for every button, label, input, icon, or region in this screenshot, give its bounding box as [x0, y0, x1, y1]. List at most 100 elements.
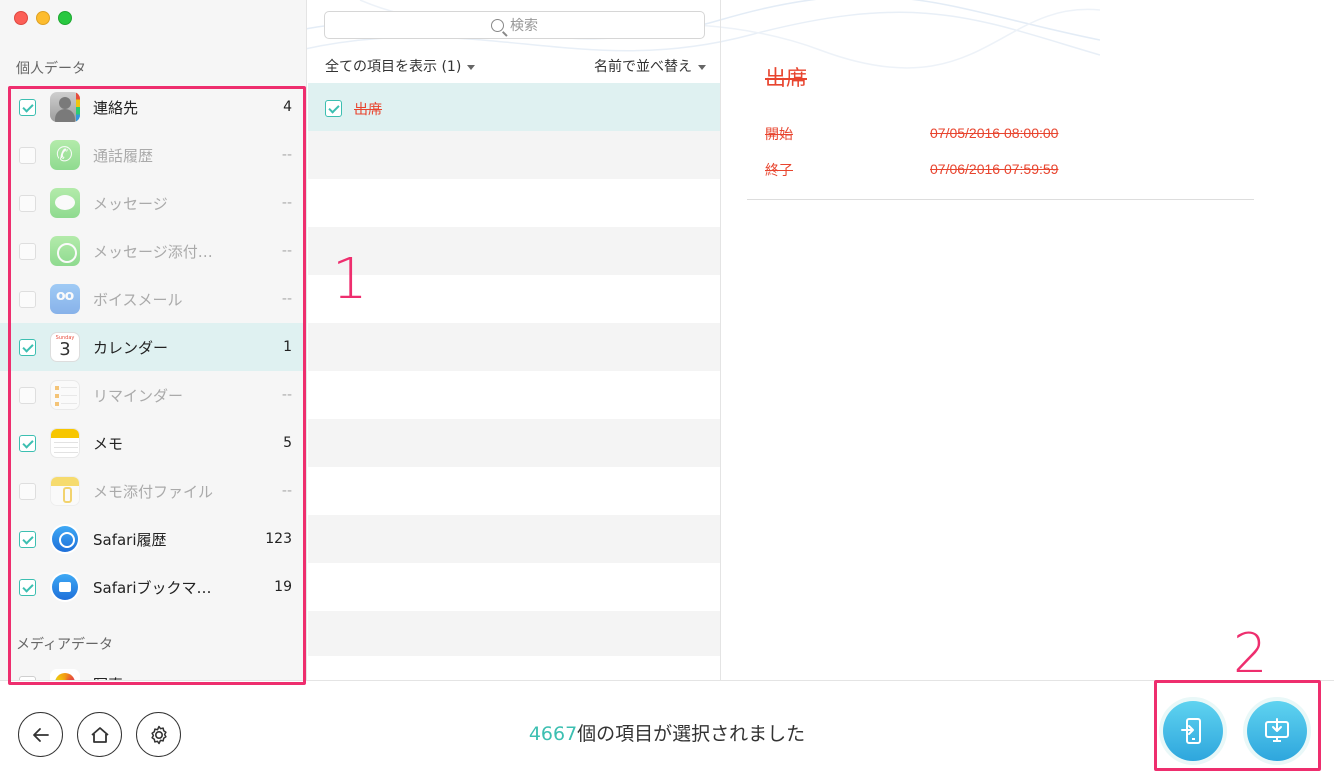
list-row-empty	[308, 611, 720, 656]
list-item[interactable]: 出席	[308, 83, 720, 131]
checkbox[interactable]	[19, 98, 36, 116]
detail-pane: 出席 開始 07/05/2016 08:00:00 終了 07/06/2016 …	[722, 0, 1334, 680]
checkbox[interactable]	[19, 146, 36, 164]
to-device-icon	[1181, 718, 1201, 744]
search-placeholder: 検索	[510, 18, 538, 34]
selected-count: 4667	[528, 723, 578, 745]
category-list: 連絡先 4 通話履歴 -- メッセージ -- メッセージ添付… --	[0, 83, 306, 611]
list-row-empty	[308, 419, 720, 467]
sidebar-item-label: メモ	[93, 434, 124, 453]
section-label-media: メディアデータ	[16, 637, 114, 653]
checkbox[interactable]	[19, 290, 36, 308]
item-count: --	[281, 147, 292, 163]
sidebar-item-label: メッセージ添付…	[93, 242, 213, 261]
item-count: --	[281, 243, 292, 259]
annotation-number-1: 1	[332, 247, 368, 312]
search-icon	[491, 18, 504, 32]
checkbox[interactable]	[19, 242, 36, 260]
section-label-personal: 個人データ	[16, 61, 86, 77]
voicemail-icon	[50, 284, 80, 314]
contacts-icon	[50, 92, 80, 122]
checkbox[interactable]	[19, 194, 36, 212]
message-attachment-icon	[50, 236, 80, 266]
sidebar-item-safari-bookmarks[interactable]: Safariブックマ… 19	[0, 563, 306, 611]
divider	[747, 199, 1254, 200]
sidebar-item-contacts[interactable]: 連絡先 4	[0, 83, 306, 131]
window-controls	[14, 11, 72, 25]
sidebar-item-label: メッセージ	[93, 194, 168, 213]
list-row-empty	[308, 179, 720, 227]
sort-label: 名前で並べ替え	[594, 59, 692, 75]
sidebar-item-label: 連絡先	[93, 98, 139, 117]
list-row-empty	[308, 563, 720, 611]
sidebar-item-messages[interactable]: メッセージ --	[0, 179, 306, 227]
filter-dropdown[interactable]: 全ての項目を表示 (1)	[325, 56, 476, 76]
sidebar-item-photos[interactable]: 写真	[0, 660, 306, 680]
sidebar-item-label: リマインダー	[93, 386, 184, 405]
item-count: 1	[283, 339, 292, 355]
item-count: --	[281, 483, 292, 499]
list-row-empty	[308, 227, 720, 275]
list-row-empty	[308, 371, 720, 419]
detail-field-value: 07/05/2016 08:00:00	[930, 125, 1059, 141]
sidebar-item-label: Safari履歴	[93, 530, 167, 549]
status-text: 個の項目が選択されました	[577, 723, 806, 745]
item-list-pane: 検索 全ての項目を表示 (1) 名前で並べ替え 出席	[308, 0, 721, 680]
list-row-empty	[308, 515, 720, 563]
sidebar-item-label: 通話履歴	[93, 146, 154, 165]
checkbox[interactable]	[19, 482, 36, 500]
sidebar-item-label: メモ添付ファイル	[93, 482, 214, 501]
checkbox[interactable]	[19, 530, 36, 548]
sidebar-item-notes-attachments[interactable]: メモ添付ファイル --	[0, 467, 306, 515]
item-count: 123	[265, 531, 292, 547]
notes-icon	[50, 428, 80, 458]
phone-icon	[50, 140, 80, 170]
sidebar-item-calendar[interactable]: Sunday 3 カレンダー 1	[0, 323, 306, 371]
app-window: 個人データ 連絡先 4 通話履歴 -- メッセージ --	[0, 0, 1334, 775]
list-item-label: 出席	[354, 102, 382, 118]
item-count: 19	[274, 579, 292, 595]
calendar-icon: Sunday 3	[50, 332, 80, 362]
annotation-number-2: 2	[1233, 622, 1268, 685]
detail-field-value: 07/06/2016 07:59:59	[930, 161, 1059, 177]
checkbox[interactable]	[19, 434, 36, 452]
checkbox[interactable]	[19, 338, 36, 356]
item-count: --	[281, 387, 292, 403]
sidebar: 個人データ 連絡先 4 通話履歴 -- メッセージ --	[0, 0, 307, 680]
detail-field-key: 開始	[765, 127, 793, 143]
export-to-computer-button[interactable]	[1243, 697, 1311, 765]
zoom-window-button[interactable]	[58, 11, 72, 25]
checkbox[interactable]	[325, 100, 342, 117]
item-count: --	[281, 195, 292, 211]
close-window-button[interactable]	[14, 11, 28, 25]
transfer-to-device-button[interactable]	[1159, 697, 1227, 765]
list-row-empty	[308, 275, 720, 323]
filter-label: 全ての項目を表示 (1)	[325, 59, 462, 75]
photos-icon	[50, 669, 80, 680]
checkbox[interactable]	[19, 386, 36, 404]
safari-bookmark-icon	[50, 572, 80, 602]
minimize-window-button[interactable]	[36, 11, 50, 25]
notes-attachment-icon	[50, 476, 80, 506]
list-row-empty	[308, 323, 720, 371]
checkbox[interactable]	[19, 578, 36, 596]
sidebar-item-voicemail[interactable]: ボイスメール --	[0, 275, 306, 323]
sidebar-item-reminders[interactable]: リマインダー --	[0, 371, 306, 419]
selection-status: 4667個の項目が選択されました	[0, 719, 1334, 746]
sort-dropdown[interactable]: 名前で並べ替え	[594, 56, 706, 76]
list-row-empty	[308, 131, 720, 179]
chevron-down-icon	[698, 64, 706, 70]
sidebar-item-notes[interactable]: メモ 5	[0, 419, 306, 467]
sidebar-item-message-attachments[interactable]: メッセージ添付… --	[0, 227, 306, 275]
sidebar-item-label: カレンダー	[93, 338, 169, 357]
item-count: --	[281, 291, 292, 307]
item-list: 出席	[308, 83, 720, 656]
download-to-computer-icon	[1265, 718, 1289, 742]
sidebar-item-safari-history[interactable]: Safari履歴 123	[0, 515, 306, 563]
detail-field-key: 終了	[765, 163, 793, 179]
detail-title: 出席	[765, 66, 807, 90]
sidebar-item-call-history[interactable]: 通話履歴 --	[0, 131, 306, 179]
list-row-empty	[308, 467, 720, 515]
search-input[interactable]: 検索	[324, 11, 705, 39]
sidebar-item-label: ボイスメール	[93, 290, 183, 309]
